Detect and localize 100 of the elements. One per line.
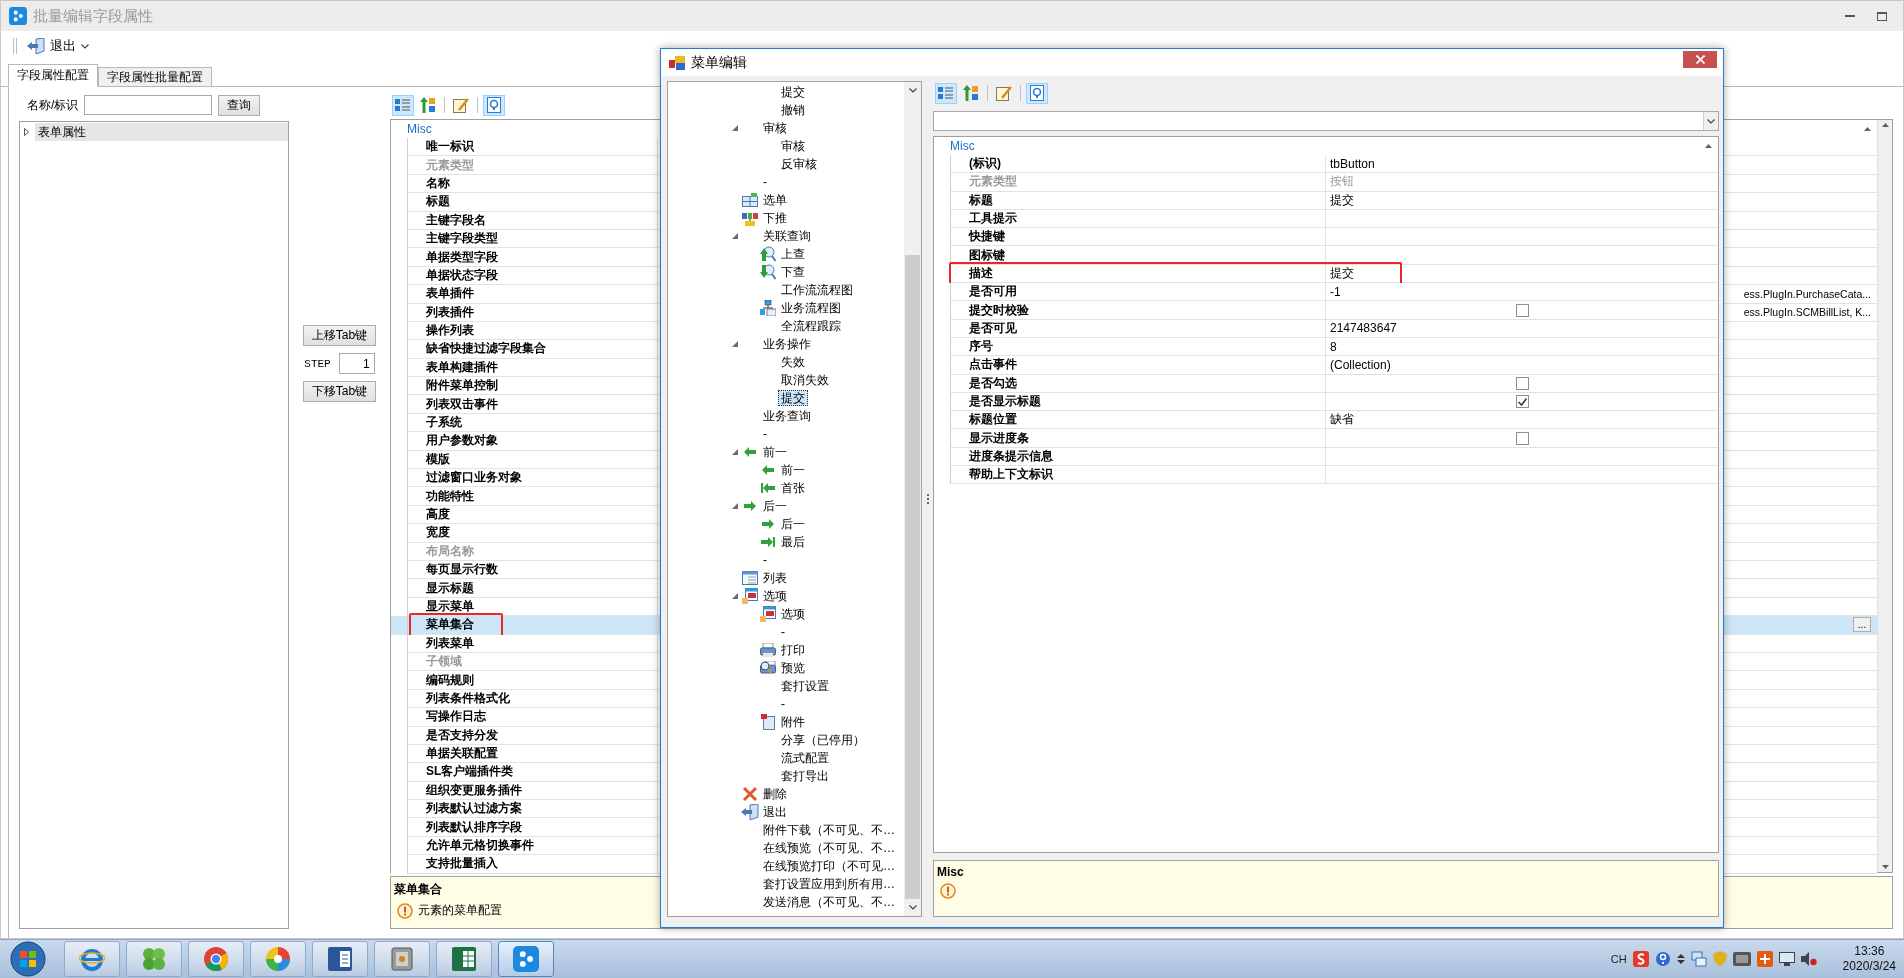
help-document-icon [487,97,501,113]
taskbar-button[interactable] [250,941,306,977]
tree-item[interactable]: - [760,426,770,442]
tree-item[interactable]: 分享（已停用） [778,732,868,748]
tree-item[interactable]: 后一 [778,516,808,532]
calendar-icon [760,606,776,622]
property-name: 支持批量插入 [408,855,658,874]
search-field[interactable] [84,95,213,115]
hierarchy-icon [760,300,776,316]
tree-item[interactable]: 前一 [760,444,790,460]
expander-icon[interactable] [732,449,738,455]
tree-item[interactable]: 表单属性 [35,123,288,141]
tree-item[interactable]: 取消失效 [778,372,832,388]
tree-item[interactable]: 在线预览（不可见、不… [760,840,898,856]
tree-item[interactable]: 审核 [778,138,808,154]
property-name: 是否支持分发 [408,726,658,745]
checkbox[interactable] [1515,395,1529,408]
help-document-icon [1030,85,1044,101]
close-button[interactable] [1683,51,1717,68]
taskbar-button[interactable] [64,941,120,977]
expander-icon[interactable] [732,233,738,239]
toolbar-button[interactable] [1026,82,1048,104]
toolbar-button[interactable] [483,94,505,116]
tree-item[interactable]: 打印 [778,642,808,658]
taskbar-button[interactable] [188,941,244,977]
taskbar-button[interactable] [312,941,368,977]
tree-item[interactable]: - [778,696,788,712]
expander-icon[interactable] [732,593,738,599]
tree-item[interactable]: 关联查询 [760,228,814,244]
info-icon [940,883,956,899]
tree-item[interactable]: 预览 [778,660,808,676]
tree-item[interactable]: 退出 [760,804,790,820]
tree-item[interactable]: 首张 [778,480,808,496]
tree-item[interactable]: 流式配置 [778,750,832,766]
tree-item[interactable]: 列表 [760,570,790,586]
tree-item[interactable]: 在线预览打印（不可见… [760,858,898,874]
tree-item[interactable]: 套打设置应用到所有用… [760,876,898,892]
input-method-icon [1632,951,1649,967]
tree-item[interactable]: 附件下载（不可见、不… [760,822,898,838]
tree-item[interactable]: 套打设置 [778,678,832,694]
ellipsis-button[interactable]: ... [1853,617,1871,633]
tree-item[interactable]: 选项 [778,606,808,622]
diagram-icon [742,210,758,226]
tree-item[interactable]: - [778,624,788,640]
tree-item[interactable]: 反审核 [778,156,820,172]
taskbar-button[interactable] [374,941,430,977]
tree-item[interactable]: 下推 [760,210,790,226]
tab[interactable]: 字段属性配置 [8,64,98,87]
checkbox[interactable] [1515,376,1529,390]
tree-item[interactable]: 套打导出 [778,768,832,784]
taskbar-button[interactable] [498,941,554,977]
tree-item[interactable]: 下查 [778,264,808,280]
toolbar-button[interactable] [392,94,414,116]
toolbar-button[interactable] [935,82,957,104]
object-selector[interactable] [933,111,1719,131]
tree-item[interactable]: 选项 [760,588,790,604]
category-label: Misc [407,122,432,136]
tree-item[interactable]: 选单 [760,192,790,208]
sort-icon [420,97,436,113]
move-up-button[interactable]: 上移Tab键 [302,325,377,346]
taskbar-button[interactable] [436,941,492,977]
scrollbar-thumb[interactable] [905,255,920,899]
expander-icon[interactable] [732,503,738,509]
move-down-button[interactable]: 下移Tab键 [302,381,377,402]
collapse-icon [1705,144,1712,148]
tree-item[interactable]: 业务操作 [760,336,814,352]
tree-item[interactable]: 失效 [778,354,808,370]
checkbox[interactable] [1515,431,1529,445]
pinwheel-icon [265,946,291,972]
tree-item[interactable]: 发送消息（不可见、不… [760,894,898,910]
tree-item[interactable]: 提交 [778,390,808,406]
tree-item[interactable]: 业务查询 [760,408,814,424]
checkbox[interactable] [1515,303,1529,317]
tree-item[interactable]: - [760,552,770,568]
query-button[interactable]: 查询 [218,94,261,116]
property-pages-icon [996,85,1012,101]
window-title: 批量编辑字段属性 [33,6,153,26]
tree-item[interactable]: 删除 [760,786,790,802]
property-name: 元素类型 [951,173,1326,192]
language-indicator[interactable]: CH [1610,953,1627,965]
exit-button[interactable]: 退出 [23,35,93,57]
exit-icon [741,804,759,820]
expander-icon[interactable] [732,125,738,131]
expander-icon[interactable] [24,128,29,136]
volume-icon [1800,952,1817,966]
tree-item[interactable]: 前一 [778,462,808,478]
tree-item[interactable]: 审核 [760,120,790,136]
tree-item[interactable]: 提交 [778,84,808,100]
property-name: 图标键 [951,246,1326,265]
collapse-icon [1864,127,1871,131]
property-name: 缺省快捷过滤字段集合 [408,340,658,359]
tree-item[interactable]: 最后 [778,534,808,550]
tree-item[interactable]: 工作流流程图 [778,282,856,298]
tree-item[interactable]: 撤销 [778,102,808,118]
tree-item[interactable]: - [760,174,770,190]
tree-item[interactable]: 附件 [778,714,808,730]
tree-item[interactable]: 后一 [760,498,790,514]
tab[interactable]: 字段属性批量配置 [98,67,212,87]
step-field[interactable]: 1 [338,353,375,374]
tree-item[interactable]: 上查 [778,246,808,262]
